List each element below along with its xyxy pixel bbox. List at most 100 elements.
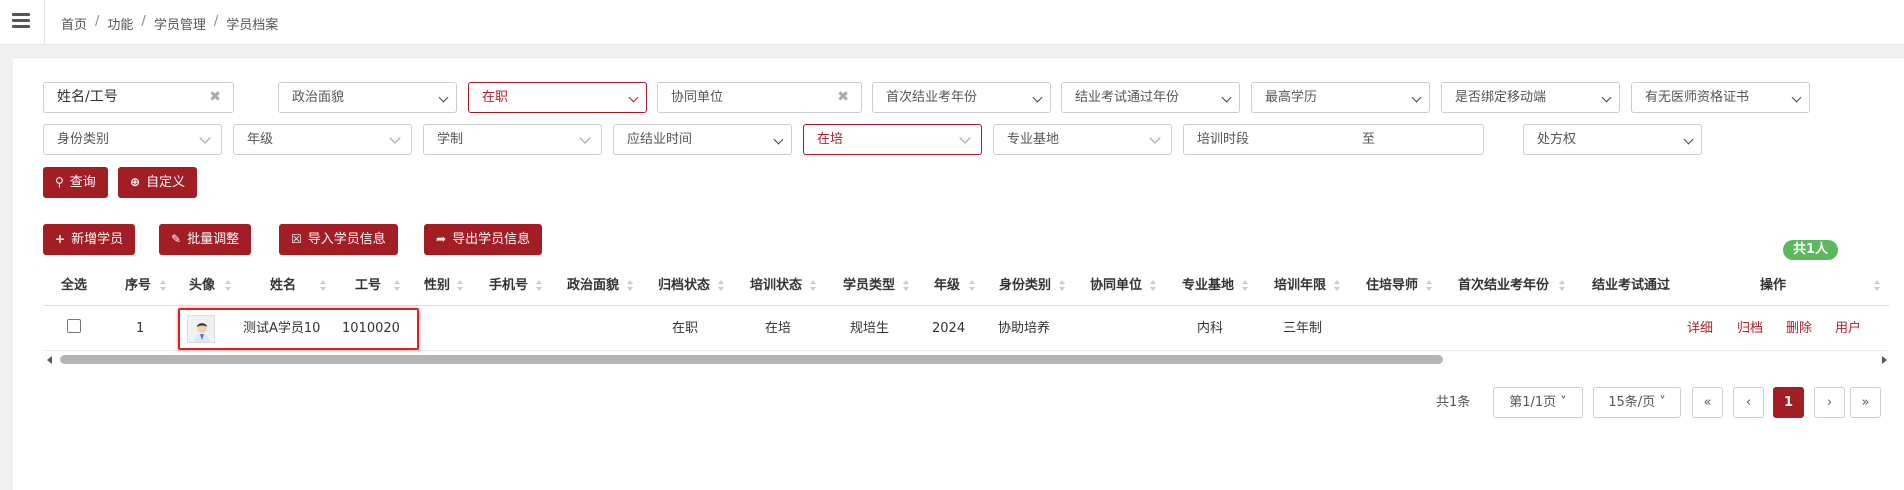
header-base[interactable]: 专业基地: [1182, 266, 1234, 306]
sort-icon[interactable]: [394, 279, 400, 293]
import-button[interactable]: ☒ 导入学员信息: [279, 224, 398, 255]
first-exam-year-label: 首次结业考年份: [886, 90, 978, 105]
caret-down-icon: [438, 92, 449, 103]
header-name[interactable]: 姓名: [270, 266, 296, 306]
sort-icon[interactable]: [903, 279, 909, 293]
politics-select[interactable]: 政治面貌: [278, 82, 457, 113]
scrollbar-thumb[interactable]: [60, 355, 1443, 364]
grad-time-select[interactable]: 应结业时间: [613, 124, 792, 155]
sort-icon[interactable]: [627, 279, 633, 293]
name-search-input[interactable]: 姓名/工号 ✖: [43, 82, 234, 113]
current-page-button[interactable]: 1: [1773, 387, 1804, 418]
header-first-exam-year[interactable]: 首次结业考年份: [1458, 266, 1549, 306]
breadcrumb-student-management[interactable]: 学员管理: [154, 14, 206, 33]
sort-icon[interactable]: [969, 279, 975, 293]
partner-unit-input[interactable]: 协同单位 ✖: [657, 82, 862, 113]
breadcrumb-function[interactable]: 功能: [107, 14, 133, 33]
first-exam-year-select[interactable]: 首次结业考年份: [872, 82, 1051, 113]
chevron-down-icon: [579, 132, 591, 144]
total-count-badge: 共1人: [1783, 240, 1839, 260]
sort-icon[interactable]: [1559, 279, 1565, 293]
query-button[interactable]: ⚲ 查询: [43, 167, 108, 198]
sort-icon[interactable]: [1150, 279, 1156, 293]
sort-icon[interactable]: [536, 279, 542, 293]
archive-link[interactable]: 归档: [1737, 306, 1763, 351]
menu-icon[interactable]: [12, 13, 30, 29]
page-select[interactable]: 第1/1页 ˅: [1493, 387, 1583, 418]
cell-emp-no: 1010020: [342, 321, 400, 336]
delete-link[interactable]: 删除: [1786, 306, 1812, 351]
header-politics[interactable]: 政治面貌: [567, 266, 619, 306]
license-select[interactable]: 有无医师资格证书: [1631, 82, 1810, 113]
zoom-in-icon: ⊕: [130, 175, 141, 189]
header-gender[interactable]: 性别: [424, 266, 450, 306]
add-student-button[interactable]: + 新增学员: [43, 224, 136, 255]
per-page-select[interactable]: 15条/页 ˅: [1593, 387, 1681, 418]
detail-link[interactable]: 详细: [1687, 306, 1713, 351]
training-status-select[interactable]: 在培: [803, 124, 982, 155]
pager-total: 共1条: [1436, 395, 1471, 410]
sort-icon[interactable]: [1874, 279, 1880, 293]
user-link[interactable]: 用户: [1835, 306, 1861, 351]
cell-training-status: 在培: [765, 321, 792, 336]
batch-adjust-button[interactable]: ✎ 批量调整: [159, 224, 252, 255]
sort-icon[interactable]: [1059, 279, 1065, 293]
row-checkbox[interactable]: [67, 319, 81, 333]
next-page-button[interactable]: ›: [1814, 387, 1845, 418]
prescription-select[interactable]: 处方权: [1523, 124, 1702, 155]
sort-icon[interactable]: [810, 279, 816, 293]
clear-icon[interactable]: ✖: [837, 83, 849, 112]
header-select-all[interactable]: 全选: [61, 266, 87, 306]
sort-icon[interactable]: [1242, 279, 1248, 293]
prev-page-button[interactable]: ‹: [1733, 387, 1764, 418]
sort-icon[interactable]: [160, 279, 166, 293]
grade-select[interactable]: 年级: [233, 124, 412, 155]
sort-icon[interactable]: [1426, 279, 1432, 293]
header-partner-unit[interactable]: 协同单位: [1090, 266, 1142, 306]
training-period-range[interactable]: 培训时段 至: [1183, 124, 1484, 155]
header-archive-status[interactable]: 归档状态: [658, 266, 710, 306]
system-select[interactable]: 学制: [423, 124, 602, 155]
education-select[interactable]: 最高学历: [1251, 82, 1430, 113]
period-start-label: 培训时段: [1197, 132, 1250, 147]
mobile-bound-label: 是否绑定移动端: [1455, 90, 1547, 105]
avatar: [187, 315, 215, 343]
training-status-label: 在培: [817, 132, 844, 147]
header-training-status[interactable]: 培训状态: [750, 266, 802, 306]
last-page-button[interactable]: »: [1850, 387, 1881, 418]
license-label: 有无医师资格证书: [1645, 90, 1750, 105]
header-grade[interactable]: 年级: [934, 266, 960, 306]
custom-button[interactable]: ⊕ 自定义: [118, 167, 198, 198]
first-page-button[interactable]: «: [1692, 387, 1723, 418]
scroll-left-icon[interactable]: [47, 356, 52, 364]
add-student-label: 新增学员: [71, 232, 124, 247]
sort-icon[interactable]: [718, 279, 724, 293]
identity-select[interactable]: 身份类别: [43, 124, 222, 155]
cell-base: 内科: [1197, 321, 1224, 336]
header-identity[interactable]: 身份类别: [999, 266, 1051, 306]
caret-down-icon: [1791, 92, 1802, 103]
sort-icon[interactable]: [320, 279, 326, 293]
header-exam-pass[interactable]: 结业考试通过: [1592, 266, 1672, 306]
breadcrumb-home[interactable]: 首页: [61, 14, 87, 33]
sort-icon[interactable]: [1334, 279, 1340, 293]
status-select[interactable]: 在职: [468, 82, 647, 113]
edit-icon: ✎: [171, 232, 182, 246]
header-avatar[interactable]: 头像: [189, 266, 215, 306]
export-button[interactable]: ➦ 导出学员信息: [424, 224, 543, 255]
header-years[interactable]: 培训年限: [1274, 266, 1326, 306]
header-index[interactable]: 序号: [125, 266, 151, 306]
exam-pass-year-select[interactable]: 结业考试通过年份: [1061, 82, 1240, 113]
politics-select-label: 政治面貌: [292, 90, 345, 105]
sort-icon[interactable]: [225, 279, 231, 293]
header-mentor[interactable]: 住培导师: [1366, 266, 1418, 306]
header-phone[interactable]: 手机号: [489, 266, 528, 306]
horizontal-scrollbar[interactable]: [43, 353, 1891, 367]
sort-icon[interactable]: [457, 279, 463, 293]
clear-icon[interactable]: ✖: [209, 83, 221, 112]
mobile-bound-select[interactable]: 是否绑定移动端: [1441, 82, 1620, 113]
header-emp-no[interactable]: 工号: [355, 266, 381, 306]
scroll-right-icon[interactable]: [1882, 356, 1887, 364]
base-select[interactable]: 专业基地: [993, 124, 1172, 155]
header-student-type[interactable]: 学员类型: [843, 266, 895, 306]
